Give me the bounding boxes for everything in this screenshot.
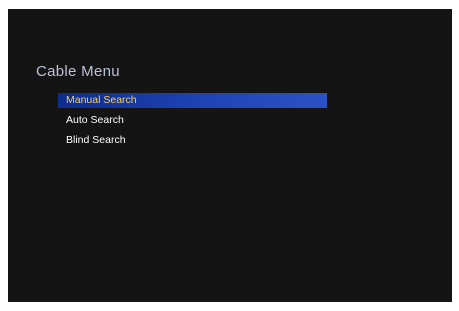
menu-list: Manual Search Auto Search Blind Search [58, 93, 327, 153]
menu-item-manual-search[interactable]: Manual Search [58, 93, 327, 108]
tv-screen: Cable Menu Manual Search Auto Search Bli… [8, 9, 452, 302]
menu-item-blind-search[interactable]: Blind Search [58, 133, 327, 148]
menu-item-auto-search[interactable]: Auto Search [58, 113, 327, 128]
menu-title: Cable Menu [36, 63, 120, 80]
